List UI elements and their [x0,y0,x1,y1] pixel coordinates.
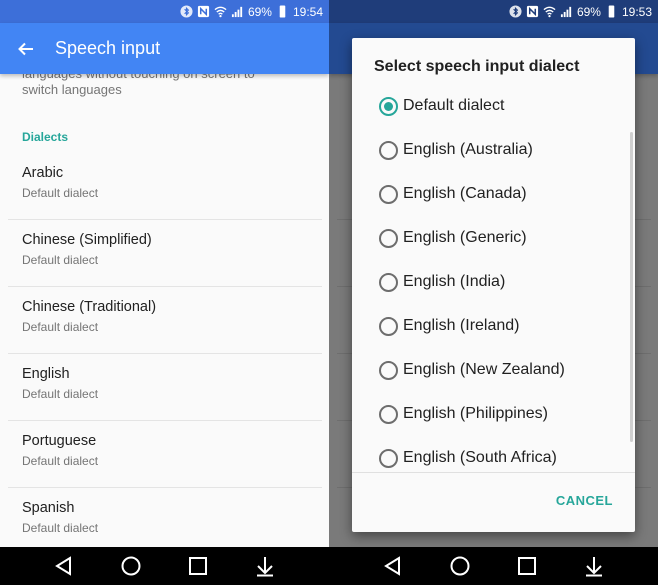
nav-back-button[interactable] [380,553,406,579]
dialect-item-english[interactable]: English Default dialect [8,354,322,421]
nav-home-icon [121,556,141,576]
dialect-name: Portuguese [22,433,97,449]
radio-selected-icon[interactable] [379,96,398,116]
navigation-bar [0,547,329,585]
dialect-value: Default dialect [22,253,99,267]
app-bar: Speech input [0,23,329,74]
nav-home-button[interactable] [447,553,473,579]
nav-home-icon [450,556,470,576]
dialect-item-chinese-simplified[interactable]: Chinese (Simplified) Default dialect [8,220,322,287]
radio-icon[interactable] [379,228,398,248]
setting-description: languages without touching on screen to … [22,74,255,97]
battery-icon [279,5,286,18]
nav-back-icon [54,556,71,576]
dialect-value: Default dialect [22,186,99,200]
status-bar: 69% 19:54 [0,0,329,23]
option-label: English (South Africa) [403,449,557,466]
clock: 19:54 [292,4,323,19]
battery-percent: 69% [247,4,272,19]
nav-recents-icon [518,557,537,575]
back-button[interactable] [0,23,52,74]
dialect-value: Default dialect [22,387,99,401]
dialect-item-arabic[interactable]: Arabic Default dialect [8,153,322,220]
speech-input-screen: 69% 19:54 Speech input languages without… [0,0,329,585]
option-english-philippines[interactable]: English (Philippines) [352,392,627,436]
dialect-name: Chinese (Traditional) [22,299,157,315]
dialect-value: Default dialect [22,454,99,468]
radio-icon[interactable] [379,316,398,336]
divider [352,472,635,473]
nav-recents-icon [189,557,208,575]
radio-icon[interactable] [379,360,398,380]
radio-icon[interactable] [379,404,398,424]
nav-down-icon [257,557,274,577]
scrollbar[interactable] [630,132,633,442]
dialect-dialog-screen: 69% 19:53 Select speech input dialect De… [329,0,658,585]
dialect-name: Chinese (Simplified) [22,232,152,248]
dialog-title: Select speech input dialect [374,58,580,75]
option-label: English (Australia) [403,141,533,158]
dialect-name: Spanish [22,500,75,516]
option-english-india[interactable]: English (India) [352,260,627,304]
back-arrow-icon [18,42,33,55]
clock: 19:53 [621,4,652,19]
wifi-icon [543,6,556,18]
radio-icon[interactable] [379,448,398,468]
dialect-item-portuguese[interactable]: Portuguese Default dialect [8,421,322,488]
select-dialect-dialog: Select speech input dialect Default dial… [352,38,635,532]
nfc-icon [526,5,539,18]
wifi-icon [214,6,227,18]
option-label: English (Canada) [403,185,527,202]
option-label: Default dialect [403,97,505,114]
option-label: English (Ireland) [403,317,520,334]
nav-down-button[interactable] [581,553,607,579]
navigation-bar [329,547,658,585]
option-label: English (New Zealand) [403,361,565,378]
nav-recents-button[interactable] [514,553,540,579]
option-english-new-zealand[interactable]: English (New Zealand) [352,348,627,392]
dialect-value: Default dialect [22,521,99,535]
page-title: Speech input [55,38,161,58]
option-english-australia[interactable]: English (Australia) [352,128,627,172]
radio-icon[interactable] [379,184,398,204]
settings-list[interactable]: languages without touching on screen to … [0,74,329,547]
battery-icon [608,5,615,18]
dialect-value: Default dialect [22,320,99,334]
nav-home-button[interactable] [118,553,144,579]
cancel-button[interactable]: CANCEL [556,493,613,508]
bluetooth-icon [509,5,522,18]
radio-icon[interactable] [379,272,398,292]
nav-down-icon [586,557,603,577]
battery-percent: 69% [576,4,601,19]
option-label: English (India) [403,273,506,290]
bluetooth-icon [180,5,193,18]
dialect-options-list[interactable]: Default dialect English (Australia) Engl… [352,84,635,472]
dialect-item-spanish[interactable]: Spanish Default dialect [8,488,322,547]
nav-back-icon [383,556,400,576]
nav-recents-button[interactable] [185,553,211,579]
option-label: English (Generic) [403,229,527,246]
option-label: English (Philippines) [403,405,548,422]
option-default-dialect[interactable]: Default dialect [352,84,627,128]
dialect-name: Arabic [22,165,64,181]
option-english-ireland[interactable]: English (Ireland) [352,304,627,348]
nav-back-button[interactable] [51,553,77,579]
nav-down-button[interactable] [252,553,278,579]
option-english-south-africa[interactable]: English (South Africa) [352,436,627,472]
option-english-generic[interactable]: English (Generic) [352,216,627,260]
nfc-icon [197,5,210,18]
signal-icon [231,6,243,18]
status-bar: 69% 19:53 [329,0,658,23]
section-header-dialects: Dialects [22,130,69,144]
dialect-name: English [22,366,70,382]
option-english-canada[interactable]: English (Canada) [352,172,627,216]
signal-icon [560,6,572,18]
dialect-item-chinese-traditional[interactable]: Chinese (Traditional) Default dialect [8,287,322,354]
radio-icon[interactable] [379,140,398,160]
